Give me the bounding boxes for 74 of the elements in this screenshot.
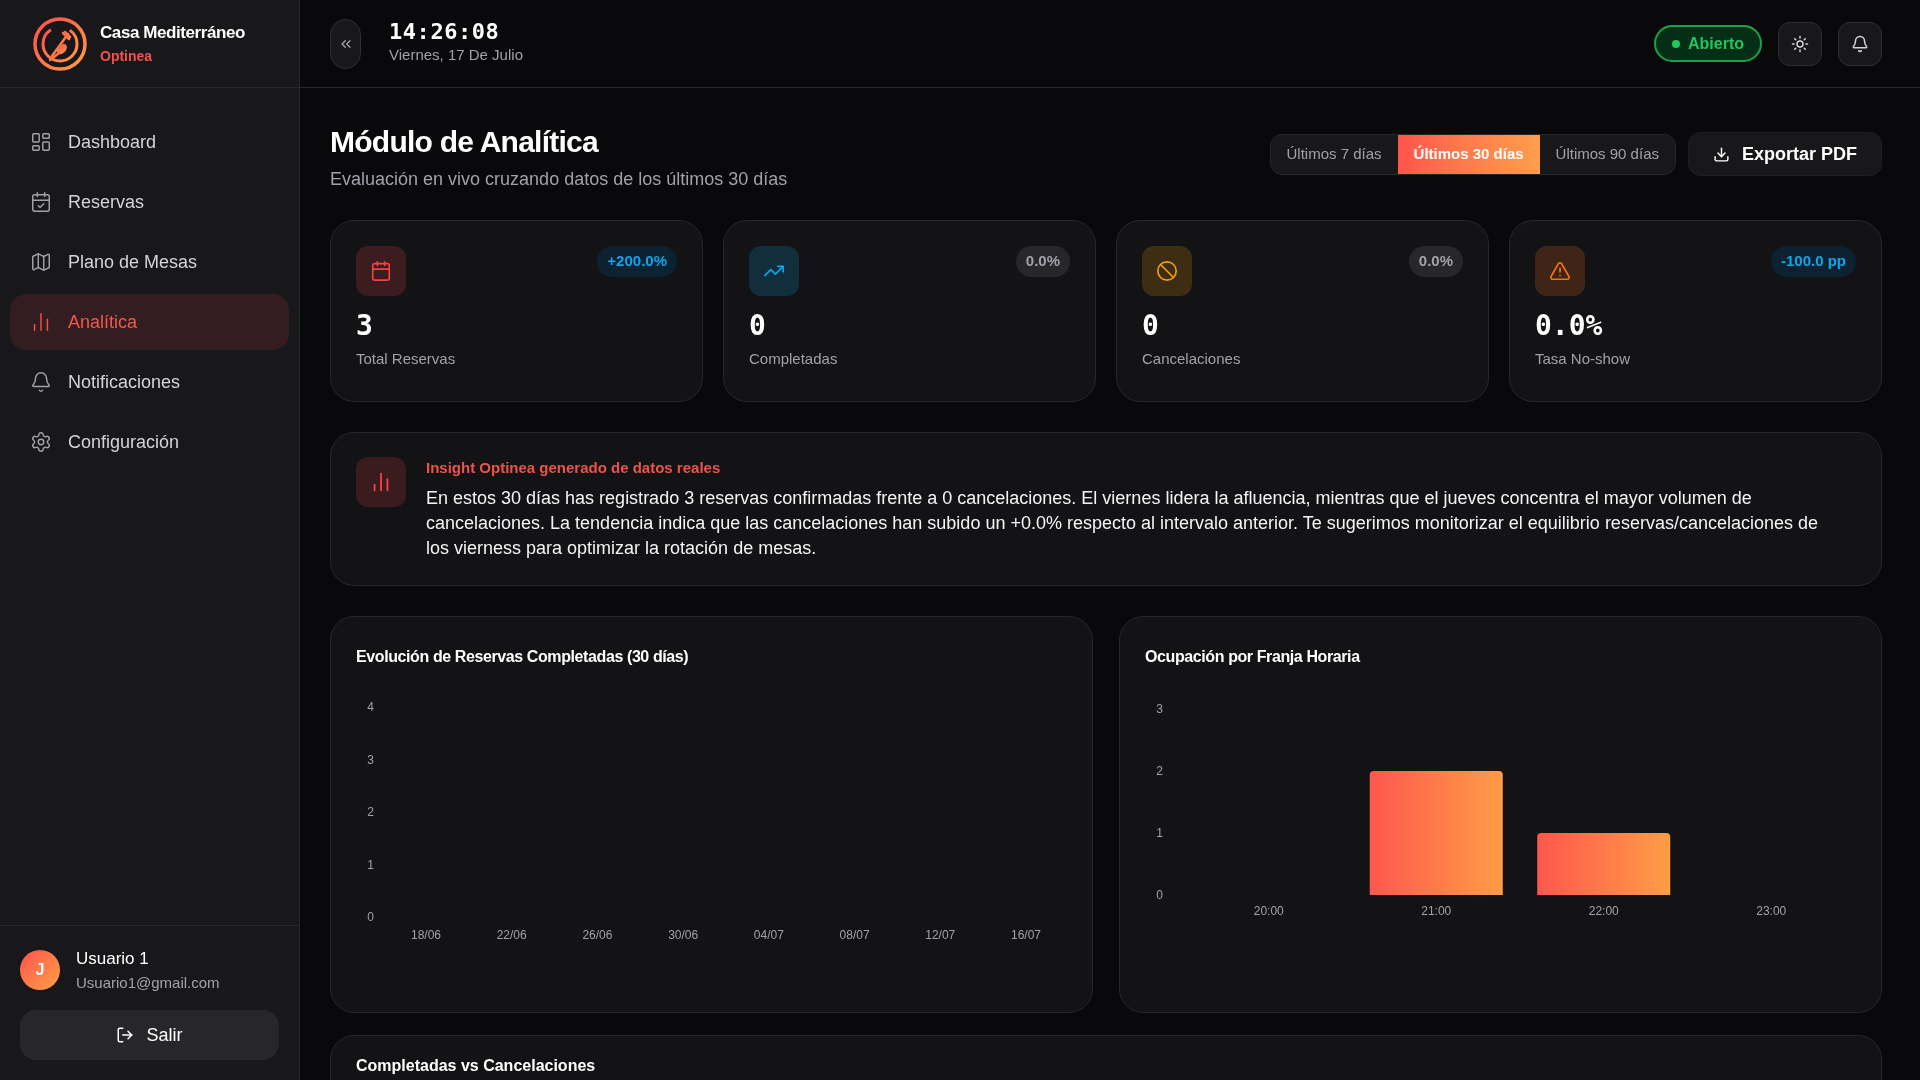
- chart-title: Ocupación por Franja Horaria: [1145, 646, 1362, 667]
- period-tab[interactable]: Últimos 7 días: [1270, 134, 1398, 174]
- theme-button[interactable]: [1778, 21, 1822, 66]
- insight-title: Insight Optinea generado de datos reales: [426, 458, 722, 478]
- axis-label: 30/06: [668, 927, 699, 942]
- nav-item[interactable]: Dashboard: [10, 114, 289, 170]
- stat-value: 0: [749, 308, 767, 344]
- axis-label: 0: [1156, 887, 1163, 902]
- axis-label: 12/07: [925, 927, 956, 942]
- period-tab[interactable]: Últimos 90 días: [1539, 134, 1675, 174]
- axis-label: 16/07: [1011, 927, 1041, 942]
- axis-label: 23:00: [1756, 903, 1787, 918]
- insight-text: En estos 30 días has registrado 3 reservas confirmadas frente a 0 cancelaciones. El viernes lidera la afluencia, mientras que el jueves concentra el mayor volumen de cancelaciones. La tendencia indica que las cancelaciones han subido un +0.0% respecto al intervalo anterior. Te sugerimos monitorizar el equilibrio reservas/cancelaciones de los vierness para optimizar la rotación de mesas.: [426, 486, 1819, 560]
- bell-icon: [30, 371, 52, 393]
- stat-label: Cancelaciones: [1142, 349, 1242, 369]
- axis-label: 22/06: [496, 927, 527, 942]
- nav-item[interactable]: Reservas: [10, 174, 289, 230]
- logout-icon: [116, 1026, 135, 1044]
- clock-date: Viernes, 17 De Julio: [389, 45, 523, 66]
- change-badge: 0.0%: [1408, 246, 1463, 277]
- warning-icon: [1549, 260, 1571, 282]
- change-badge: +200.0%: [597, 246, 677, 277]
- ban-icon: [1156, 260, 1178, 282]
- stat-label: Total Reservas: [356, 349, 457, 369]
- change-badge: -100.0 pp: [1770, 246, 1856, 277]
- nav-item[interactable]: Configuración: [10, 414, 289, 470]
- axis-label: 22:00: [1588, 903, 1619, 918]
- page-subtitle: Evaluación en vivo cruzando datos de los últimos 30 días: [330, 168, 788, 191]
- brand-name: Casa Mediterráneo: [100, 22, 245, 45]
- clock-time: 14:26:08: [389, 20, 501, 45]
- axis-label: 3: [367, 752, 374, 766]
- stat-value: 0.0%: [1535, 308, 1604, 344]
- chart-title: Evolución de Reservas Completadas (30 días): [356, 646, 690, 667]
- logo-icon: [32, 15, 88, 72]
- axis-label: 1: [367, 857, 374, 871]
- page-title: Módulo de Analítica: [330, 124, 600, 160]
- nav-item[interactable]: Notificaciones: [10, 354, 289, 410]
- axis-label: 4: [367, 699, 374, 714]
- axis-label: 2: [367, 804, 374, 819]
- logout-button[interactable]: Salir: [20, 1010, 279, 1060]
- nav-item[interactable]: Analítica: [10, 294, 289, 350]
- change-badge: 0.0%: [1015, 246, 1070, 277]
- sun-icon: [1791, 34, 1809, 53]
- collapse-button[interactable]: [330, 18, 361, 69]
- stat-value: 0: [1142, 308, 1160, 344]
- brand-subtitle: Optinea: [100, 46, 154, 66]
- axis-label: 3: [1156, 701, 1163, 716]
- axis-label: 2: [1156, 763, 1163, 778]
- map-icon: [30, 251, 52, 273]
- stat-value: 3: [356, 308, 374, 344]
- axis-label: 20:00: [1253, 903, 1284, 918]
- axis-label: 0: [367, 909, 374, 924]
- dashboard-icon: [30, 131, 52, 153]
- bell-icon: [1851, 34, 1869, 53]
- axis-label: 08/07: [839, 927, 870, 942]
- notifications-button[interactable]: [1838, 21, 1882, 66]
- axis-label: 04/07: [753, 927, 784, 942]
- download-icon: [1712, 145, 1730, 163]
- settings-icon: [30, 431, 52, 453]
- axis-label: 26/06: [582, 927, 613, 942]
- stat-label: Tasa No-show: [1535, 349, 1632, 369]
- section-title: Completadas vs Cancelaciones: [356, 1056, 596, 1074]
- export-button[interactable]: Exportar PDF: [1687, 132, 1882, 176]
- axis-label: 1: [1156, 825, 1163, 840]
- stat-label: Completadas: [749, 349, 839, 369]
- axis-label: 21:00: [1421, 903, 1452, 918]
- axis-label: 18/06: [411, 927, 441, 942]
- user-email: Usuario1@gmail.com: [76, 972, 220, 993]
- nav-item[interactable]: Plano de Mesas: [10, 234, 289, 290]
- calendar-icon: [370, 260, 392, 282]
- user-avatar: J: [20, 950, 60, 990]
- status-pill: Abierto: [1654, 25, 1762, 62]
- user-name: Usuario 1: [76, 948, 150, 970]
- calendar-check-icon: [30, 191, 52, 213]
